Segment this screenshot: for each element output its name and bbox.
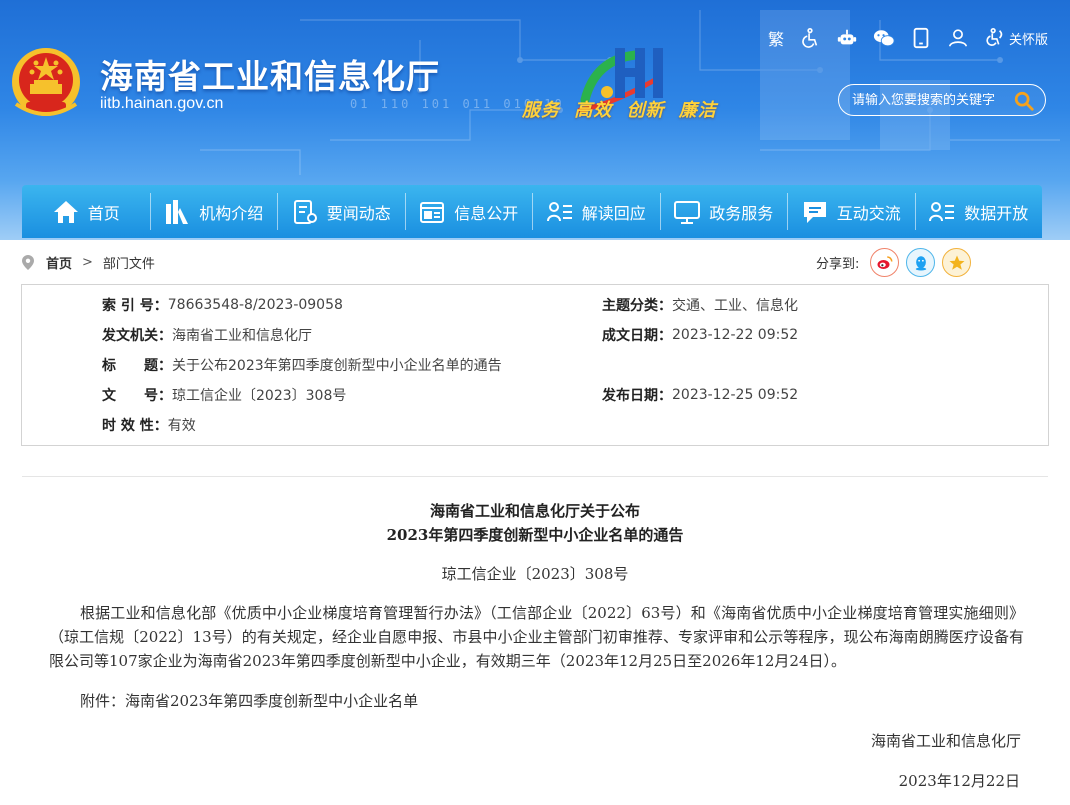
tablet-icon bbox=[913, 27, 929, 49]
share-qzone-button[interactable] bbox=[942, 248, 972, 277]
nav-label: 首页 bbox=[87, 203, 120, 223]
article-doc-number: 琼工信企业〔2023〕308号 bbox=[441, 565, 629, 583]
article-attachment: 附件：海南省2023年第四季度创新型中小企业名单 bbox=[80, 692, 419, 710]
meta-topic-row: 主题分类： 交通、工业、信息化 bbox=[602, 295, 798, 315]
article-signature: 海南省工业和信息化厅 bbox=[870, 732, 1021, 750]
meta-issuer-row: 发文机关： 海南省工业和信息化厅 bbox=[102, 325, 312, 345]
organization-icon bbox=[166, 199, 189, 224]
header-toolbar: 繁 关怀版 bbox=[768, 26, 1048, 50]
meta-published-row: 发布日期： 2023-12-25 09:52 bbox=[602, 385, 798, 405]
search-icon[interactable] bbox=[1013, 90, 1035, 112]
meta-key: 主题分类： bbox=[602, 298, 672, 314]
meta-created-row: 成文日期： 2023-12-22 09:52 bbox=[602, 325, 798, 345]
meta-value: 关于公布2023年第四季度创新型中小企业名单的通告 bbox=[172, 358, 502, 374]
nav-label: 互动交流 bbox=[836, 203, 901, 223]
nav-item-news[interactable]: 要闻动态 bbox=[277, 185, 405, 238]
wechat-button[interactable] bbox=[873, 27, 895, 49]
meta-key: 标 题： bbox=[102, 358, 172, 374]
home-icon bbox=[53, 200, 78, 223]
meta-docno-row: 文 号： 琼工信企业〔2023〕308号 bbox=[102, 385, 346, 405]
document-meta-table: 索 引 号： 78663548-8/2023-09058 主题分类： 交通、工业… bbox=[21, 284, 1049, 446]
site-domain: iitb.hainan.gov.cn bbox=[100, 95, 224, 112]
site-title: 海南省工业和信息化厅 bbox=[100, 57, 440, 96]
share-bar: 分享到: bbox=[816, 248, 972, 277]
robot-icon bbox=[837, 29, 857, 45]
meta-key: 发布日期： bbox=[602, 388, 672, 404]
chat-icon bbox=[803, 201, 826, 223]
article-date: 2023年12月22日 bbox=[898, 772, 1020, 790]
meta-value: 2023-12-25 09:52 bbox=[672, 387, 799, 403]
share-qq-button[interactable] bbox=[906, 248, 936, 277]
qzone-star-icon bbox=[949, 255, 965, 270]
breadcrumb: 首页 > 部门文件 bbox=[22, 253, 155, 272]
nav-label: 解读回应 bbox=[581, 203, 646, 223]
slogan-word-integrity: 廉洁 bbox=[678, 100, 717, 121]
nav-label: 政务服务 bbox=[709, 203, 774, 223]
nav-item-organization[interactable]: 机构介绍 bbox=[149, 185, 278, 238]
slogan: 服务 高效 创新 廉洁 bbox=[522, 96, 724, 122]
weibo-icon bbox=[877, 255, 893, 269]
article-body-paragraph: 根据工业和信息化部《优质中小企业梯度培育管理暂行办法》（工信部企业〔2022〕6… bbox=[49, 604, 1024, 670]
meta-value: 海南省工业和信息化厅 bbox=[172, 328, 312, 344]
slogan-word-efficiency: 高效 bbox=[574, 100, 613, 121]
chevron-right-icon: > bbox=[82, 255, 93, 270]
care-mode-label: 关怀版 bbox=[1008, 32, 1048, 48]
wheelchair-icon bbox=[802, 28, 818, 48]
breadcrumb-current-link[interactable]: 部门文件 bbox=[103, 253, 155, 272]
meta-index-row: 索 引 号： 78663548-8/2023-09058 bbox=[102, 295, 343, 315]
meta-key: 成文日期： bbox=[602, 328, 672, 344]
nav-item-government-services[interactable]: 政务服务 bbox=[659, 185, 788, 238]
slogan-word-service: 服务 bbox=[522, 100, 560, 121]
user-login-button[interactable] bbox=[947, 27, 969, 49]
care-mode-button[interactable]: 关怀版 bbox=[984, 27, 1048, 49]
search-box bbox=[838, 84, 1046, 116]
wechat-icon bbox=[873, 30, 895, 47]
interpretation-icon bbox=[546, 201, 572, 221]
breadcrumb-home-link[interactable]: 首页 bbox=[46, 253, 72, 272]
mobile-version-button[interactable] bbox=[910, 27, 932, 49]
share-weibo-button[interactable] bbox=[870, 248, 900, 277]
nav-item-interaction[interactable]: 互动交流 bbox=[787, 185, 915, 238]
slogan-word-innovation: 创新 bbox=[626, 100, 665, 121]
article-title-line-2: 2023年第四季度创新型中小企业名单的通告 bbox=[386, 526, 684, 544]
meta-value: 78663548-8/2023-09058 bbox=[167, 297, 343, 313]
user-icon bbox=[948, 29, 968, 47]
care-mode-icon bbox=[986, 28, 1003, 46]
meta-key: 发文机关： bbox=[102, 328, 172, 344]
qq-icon bbox=[915, 255, 927, 270]
nav-item-disclosure[interactable]: 信息公开 bbox=[404, 185, 533, 238]
meta-value: 交通、工业、信息化 bbox=[672, 298, 798, 314]
data-icon bbox=[929, 201, 955, 221]
monitor-icon bbox=[674, 200, 701, 224]
nav-item-open-data[interactable]: 数据开放 bbox=[914, 185, 1043, 238]
nav-item-interpretation[interactable]: 解读回应 bbox=[532, 185, 660, 238]
meta-value: 有效 bbox=[167, 418, 196, 434]
meta-title-row: 标 题： 关于公布2023年第四季度创新型中小企业名单的通告 bbox=[102, 355, 502, 375]
nav-label: 信息公开 bbox=[454, 203, 519, 223]
nav-label: 要闻动态 bbox=[326, 203, 391, 223]
meta-key: 索 引 号： bbox=[102, 298, 168, 314]
disclosure-icon bbox=[420, 201, 445, 223]
meta-validity-row: 时 效 性： 有效 bbox=[102, 415, 196, 435]
meta-value: 琼工信企业〔2023〕308号 bbox=[172, 388, 347, 404]
accessibility-button[interactable] bbox=[799, 27, 821, 49]
search-input[interactable] bbox=[852, 92, 1012, 108]
meta-key: 文 号： bbox=[102, 388, 172, 404]
nav-label: 机构介绍 bbox=[199, 203, 264, 223]
nav-label: 数据开放 bbox=[964, 203, 1029, 223]
nav-item-home[interactable]: 首页 bbox=[22, 185, 150, 238]
national-emblem-icon bbox=[12, 48, 80, 116]
content-divider bbox=[22, 476, 1048, 477]
article-title-line-1: 海南省工业和信息化厅关于公布 bbox=[429, 502, 640, 520]
meta-value: 2023-12-22 09:52 bbox=[672, 327, 799, 343]
traditional-chinese-button[interactable]: 繁 bbox=[768, 26, 784, 50]
robot-assistant-button[interactable] bbox=[836, 27, 858, 49]
meta-key: 时 效 性： bbox=[102, 418, 168, 434]
location-pin-icon bbox=[22, 255, 34, 270]
news-icon bbox=[293, 199, 317, 224]
share-label: 分享到: bbox=[816, 257, 860, 272]
main-nav: 首页 机构介绍 要闻动态 信息公开 解读回应 政务服务 互动交流 数据开放 bbox=[22, 185, 1042, 238]
